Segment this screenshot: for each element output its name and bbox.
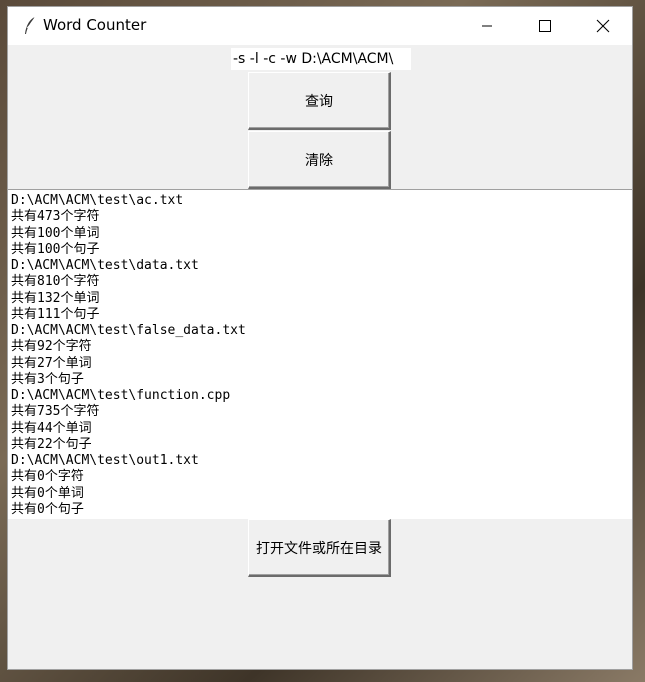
output-line: 共有100个句子 xyxy=(11,241,100,257)
output-line: 共有0个句子 xyxy=(11,501,84,517)
query-button[interactable]: 查询 xyxy=(248,72,391,130)
minimize-icon xyxy=(482,25,492,27)
output-lines: D:\ACM\ACM\test\ac.txt 共有473个字符 共有100个单词 共有… xyxy=(11,193,632,518)
title-bar[interactable]: Word Counter xyxy=(8,7,632,45)
output-line: D:\ACM\ACM\test\function.cpp xyxy=(11,388,231,403)
output-line: 共有0个单词 xyxy=(11,485,84,501)
minimize-button[interactable] xyxy=(458,7,516,45)
word-counter-window: Word Counter 查询 清除 D:\ACM\ACM\test\ac.tx… xyxy=(7,6,633,670)
output-line: 共有92个字符 xyxy=(11,339,92,355)
command-input[interactable] xyxy=(231,48,411,70)
maximize-button[interactable] xyxy=(516,7,574,45)
output-line: 共有27个单词 xyxy=(11,355,92,371)
output-line: D:\ACM\ACM\test\false_data.txt xyxy=(11,323,246,338)
output-line: D:\ACM\ACM\test\data.txt xyxy=(11,258,199,273)
open-file-or-directory-button[interactable]: 打开文件或所在目录 xyxy=(248,519,391,577)
output-line: 共有0个字符 xyxy=(11,469,84,485)
output-line: 共有111个句子 xyxy=(11,306,100,322)
close-icon xyxy=(596,19,610,33)
output-line: 共有3个句子 xyxy=(11,371,84,387)
output-line: 共有132个单词 xyxy=(11,290,100,306)
clear-button[interactable]: 清除 xyxy=(248,131,391,189)
window-title: Word Counter xyxy=(43,16,147,34)
maximize-icon xyxy=(539,20,551,32)
output-line: 共有100个单词 xyxy=(11,225,100,241)
output-line: 共有810个字符 xyxy=(11,274,100,290)
feather-icon xyxy=(25,16,36,34)
close-button[interactable] xyxy=(574,7,632,45)
output-line: 共有735个字符 xyxy=(11,404,100,420)
output-line: 共有473个字符 xyxy=(11,209,100,225)
output-line: D:\ACM\ACM\test\out1.txt xyxy=(11,453,199,468)
output-line: 共有44个单词 xyxy=(11,420,92,436)
output-line: D:\ACM\ACM\test\ac.txt xyxy=(11,193,184,208)
output-text-area[interactable]: D:\ACM\ACM\test\ac.txt 共有473个字符 共有100个单词 共有… xyxy=(8,189,632,519)
output-line: 共有22个句子 xyxy=(11,436,92,452)
